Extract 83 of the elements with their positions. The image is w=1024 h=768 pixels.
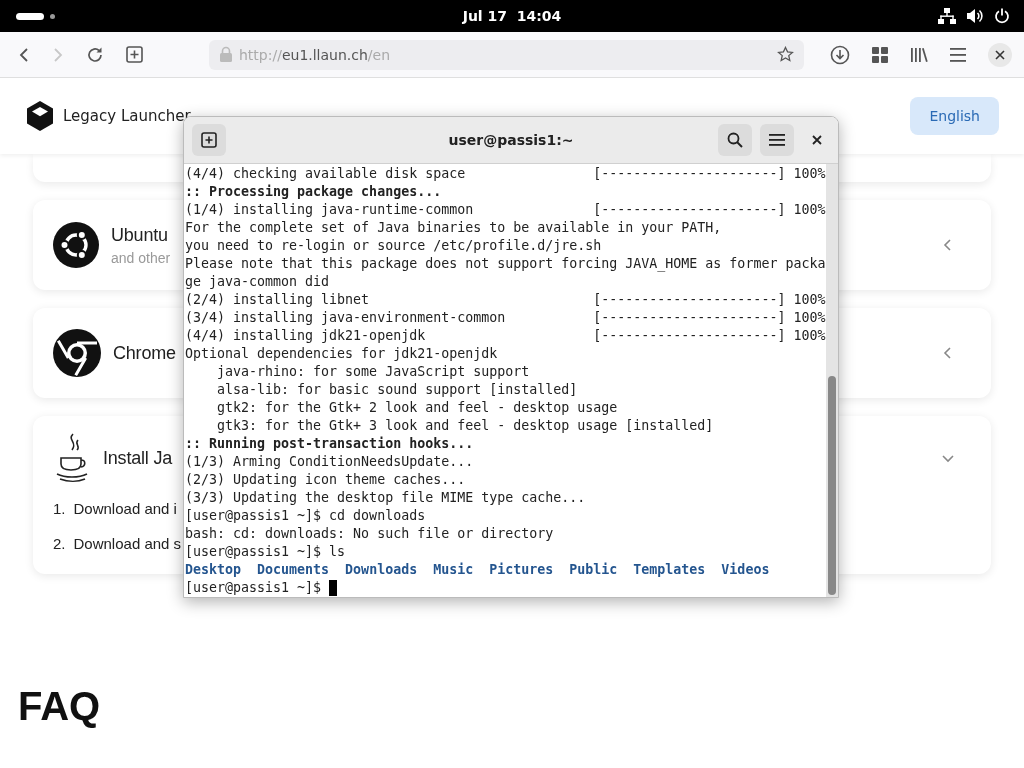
clock[interactable]: Jul 17 14:04 xyxy=(462,8,562,24)
shell-prompt: [user@passis1 ~]$ xyxy=(185,579,323,597)
bookmark-star-icon[interactable] xyxy=(777,46,794,63)
progress-percent: 100% xyxy=(793,291,826,309)
cube-logo-icon[interactable] xyxy=(25,100,55,132)
site-title[interactable]: Legacy Launcher xyxy=(63,107,191,125)
language-button[interactable]: English xyxy=(910,97,999,135)
terminal-line: (4/4) installing jdk21-openjdk xyxy=(185,327,427,345)
menu-button[interactable] xyxy=(760,124,794,156)
directory-name: Pictures xyxy=(489,561,554,579)
terminal-line: (1/3) Arming ConditionNeedsUpdate... xyxy=(185,453,474,471)
step-number: 2. xyxy=(53,535,66,552)
library-icon[interactable] xyxy=(910,46,928,63)
search-button[interactable] xyxy=(718,124,752,156)
back-icon[interactable] xyxy=(18,46,30,63)
progress-bar-text: [----------------------] xyxy=(593,165,786,183)
card-title: Ubuntu xyxy=(111,224,168,246)
terminal-line: (2/3) Updating icon theme caches... xyxy=(185,471,466,489)
menu-icon[interactable] xyxy=(950,47,966,62)
download-icon[interactable] xyxy=(830,44,850,65)
aperture-icon xyxy=(53,329,101,377)
lock-icon xyxy=(219,46,233,63)
new-tab-icon[interactable] xyxy=(126,46,143,63)
terminal-line: alsa-lib: for basic sound support [installed] xyxy=(216,381,578,399)
volume-icon[interactable] xyxy=(966,8,984,24)
directory-name: Public xyxy=(569,561,618,579)
terminal-line: (3/3) Updating the desktop file MIME type cache... xyxy=(185,489,586,507)
progress-bar-text: [----------------------] xyxy=(593,327,786,345)
ring-logo-icon xyxy=(53,222,99,268)
text-cursor xyxy=(329,580,338,596)
progress-percent: 100% xyxy=(793,327,826,345)
step-text: Download and s xyxy=(73,535,182,552)
new-tab-button[interactable] xyxy=(192,124,226,156)
step-number: 1. xyxy=(53,500,66,517)
terminal-line: (1/4) installing java-runtime-common xyxy=(185,201,475,219)
faq-heading: FAQ xyxy=(18,684,102,729)
terminal-line: (3/4) installing java-environment-common xyxy=(185,309,507,327)
close-button[interactable] xyxy=(988,42,1012,67)
terminal-line: Optional dependencies for jdk21-openjdk xyxy=(185,345,498,363)
terminal-line: [user@passis1 ~]$ cd downloads xyxy=(185,507,426,525)
progress-percent: 100% xyxy=(793,165,826,183)
progress-percent: 100% xyxy=(793,201,826,219)
directory-name: Templates xyxy=(633,561,706,579)
directory-name: Documents xyxy=(257,561,330,579)
progress-percent: 100% xyxy=(793,309,826,327)
activities-indicator[interactable] xyxy=(16,12,55,20)
step-text: Download and i xyxy=(73,500,177,517)
terminal-line: gtk3: for the Gtk+ 3 look and feel - desktop usage [installed] xyxy=(216,417,714,435)
search-icon xyxy=(727,132,743,148)
reload-icon[interactable] xyxy=(86,45,104,64)
terminal-line: java-rhino: for some JavaScript support xyxy=(216,363,530,381)
directory-name: Videos xyxy=(721,561,770,579)
grid-icon[interactable] xyxy=(872,46,888,63)
terminal-line: you need to re-login or source /etc/profile.d/jre.sh xyxy=(185,237,602,255)
terminal-line: :: Processing package changes... xyxy=(185,183,442,201)
terminal-line: For the complete set of Java binaries to be available in your PATH, xyxy=(185,219,722,237)
progress-bar-text: [----------------------] xyxy=(593,309,786,327)
directory-name: Downloads xyxy=(345,561,418,579)
close-icon xyxy=(812,135,822,145)
network-icon[interactable] xyxy=(938,8,956,24)
window-title: user@passis1:~ xyxy=(448,132,574,148)
directory-name: Desktop xyxy=(185,561,242,579)
scrollbar[interactable] xyxy=(826,164,838,597)
address-bar[interactable]: http://eu1.llaun.ch/en xyxy=(209,39,804,70)
plus-icon xyxy=(201,132,217,148)
menu-icon xyxy=(769,133,785,147)
terminal-line: Please note that this package does not support forcing JAVA_HOME as former packa xyxy=(185,255,826,273)
terminal-line: [user@passis1 ~]$ ls xyxy=(185,543,346,561)
close-icon xyxy=(995,49,1005,60)
card-subtitle: and other xyxy=(111,249,171,266)
card-title: Chrome xyxy=(113,342,176,364)
terminal-line: gtk2: for the Gtk+ 2 look and feel - desktop usage xyxy=(216,399,618,417)
terminal-line: bash: cd: downloads: No such file or directory xyxy=(185,525,554,543)
progress-bar-text: [----------------------] xyxy=(593,201,786,219)
terminal-line: ge java-common did xyxy=(185,273,330,291)
terminal-line: (2/4) installing libnet xyxy=(185,291,371,309)
scrollbar-thumb[interactable] xyxy=(828,376,836,595)
progress-bar-text: [----------------------] xyxy=(593,291,786,309)
power-icon[interactable] xyxy=(994,8,1010,24)
terminal-line: :: Running post-transaction hooks... xyxy=(185,435,474,453)
directory-name: Music xyxy=(433,561,474,579)
terminal-line: (4/4) checking available disk space xyxy=(185,165,467,183)
card-title: Install Ja xyxy=(103,447,173,469)
